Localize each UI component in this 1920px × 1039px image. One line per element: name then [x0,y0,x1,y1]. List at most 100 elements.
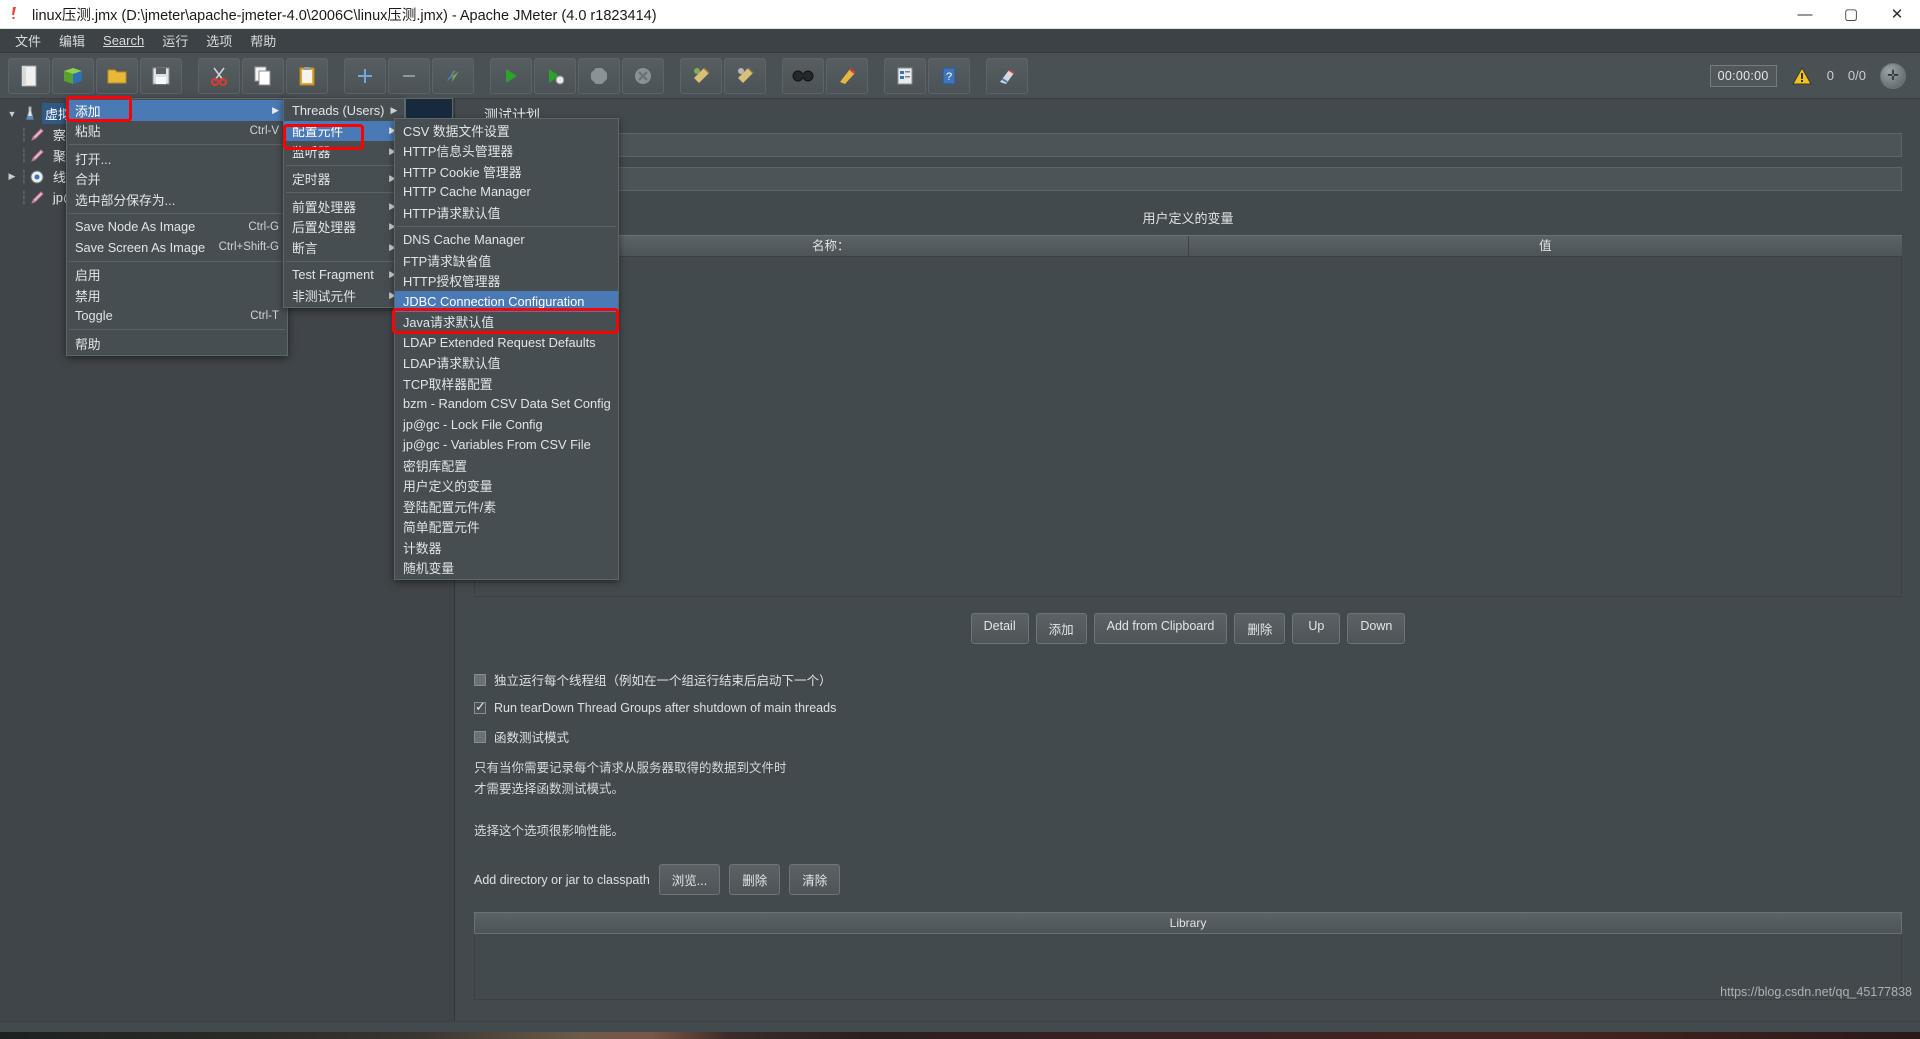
checkbox-functional-mode[interactable] [474,730,486,743]
toolbar-cut[interactable] [198,57,240,94]
toolbar-stop[interactable] [578,57,620,94]
context-menu-item-save-screen-as-image[interactable]: Save Screen As Image Ctrl+Shift-G [67,237,287,258]
add-button[interactable]: 添加 [1035,613,1087,644]
udv-table-body[interactable] [474,257,1902,597]
toolbar-clear[interactable] [680,57,722,94]
add-submenu-item-threads[interactable]: Threads (Users) ▶ [284,100,404,121]
config-item-keystore-configuration[interactable]: 密钥库配置 [395,455,618,476]
toolbar-toggle[interactable] [432,57,474,94]
detail-button[interactable]: Detail [970,613,1029,644]
menu-run[interactable]: 运行 [153,29,197,52]
add-submenu-item-assertion[interactable]: 断言 ▶ [284,237,404,258]
config-item-csv-data-set[interactable]: CSV 数据文件设置 [395,120,618,141]
config-item-jpgc-lock-file-config[interactable]: jp@gc - Lock File Config [395,414,618,435]
toolbar-clear-all[interactable] [724,57,766,94]
config-item-bzm-random-csv[interactable]: bzm - Random CSV Data Set Config [395,394,618,415]
toolbar-expand-all[interactable] [344,57,386,94]
add-submenu-item-test-fragment[interactable]: Test Fragment ▶ [284,265,404,286]
config-item-jpgc-variables-from-csv[interactable]: jp@gc - Variables From CSV File [395,435,618,456]
option-run-teardown[interactable]: Run tearDown Thread Groups after shutdow… [474,699,1902,715]
down-button[interactable]: Down [1347,613,1406,644]
test-plan-comments-field[interactable] [474,167,1902,191]
config-item-login-config-element[interactable]: 登陆配置元件/素 [395,496,618,517]
context-menu-item-save-selection-as[interactable]: 选中部分保存为... [67,189,287,210]
toolbar-function-helper[interactable] [884,57,926,94]
maximize-button[interactable]: ▢ [1828,0,1874,29]
help-line-2: 才需要选择函数测试模式。 [474,782,625,796]
tree-twisty-expanded-icon[interactable]: ▼ [4,109,20,119]
config-item-http-request-defaults[interactable]: HTTP请求默认值 [395,202,618,223]
config-item-ftp-request-defaults[interactable]: FTP请求缺省值 [395,250,618,271]
config-item-java-request-defaults[interactable]: Java请求默认值 [395,312,618,333]
toolbar-templates[interactable] [52,57,94,94]
toolbar-save[interactable] [140,57,182,94]
config-item-http-cache-manager[interactable]: HTTP Cache Manager [395,182,618,203]
menu-help[interactable]: 帮助 [241,29,285,52]
context-menu-item-enable[interactable]: 启用 [67,265,287,286]
menu-options[interactable]: 选项 [197,29,241,52]
option-functional-mode[interactable]: 函数测试模式 [474,727,1902,746]
delete-button[interactable]: 删除 [1234,613,1286,644]
toolbar-new-test-plan[interactable] [8,57,50,94]
toolbar-undo-redo-icon[interactable] [986,57,1028,94]
config-item-http-cookie-manager[interactable]: HTTP Cookie 管理器 [395,161,618,182]
config-item-user-defined-variables[interactable]: 用户定义的变量 [395,476,618,497]
toolbar-paste[interactable] [286,57,328,94]
toolbar-open[interactable] [96,57,138,94]
test-plan-name-field[interactable] [474,133,1902,157]
context-menu-item-save-node-as-image[interactable]: Save Node As Image Ctrl-G [67,217,287,238]
tree-line-1: ┆ [20,126,28,142]
config-item-http-header-manager[interactable]: HTTP信息头管理器 [395,141,618,162]
tree-twisty-collapsed-icon[interactable]: ▶ [4,171,20,182]
add-submenu-item-config-element[interactable]: 配置元件 ▶ [284,120,404,141]
add-submenu-item-post-processor[interactable]: 后置处理器 ▶ [284,217,404,238]
add-submenu-item-non-test-elements[interactable]: 非测试元件 ▶ [284,285,404,306]
context-menu-item-toggle[interactable]: Toggle Ctrl-T [67,306,287,327]
toolbar-help-icon[interactable]: ? [928,57,970,94]
config-item-random-variable[interactable]: 随机变量 [395,558,618,579]
context-menu-item-merge[interactable]: 合并 [67,169,287,190]
config-item-ldap-request-defaults[interactable]: LDAP请求默认值 [395,353,618,374]
toolbar-start-no-pauses[interactable] [534,57,576,94]
add-from-clipboard-button[interactable]: Add from Clipboard [1093,613,1228,644]
toolbar-shutdown[interactable] [622,57,664,94]
user-defined-variables-title: 用户定义的变量 [1142,211,1234,226]
menu-edit[interactable]: 编辑 [50,29,94,52]
context-menu-item-disable[interactable]: 禁用 [67,285,287,306]
close-button[interactable]: ✕ [1874,0,1920,29]
config-item-counter[interactable]: 计数器 [395,537,618,558]
config-item-http-auth-manager[interactable]: HTTP授权管理器 [395,271,618,292]
checkbox-run-teardown[interactable] [474,699,486,715]
menu-file[interactable]: 文件 [6,29,50,52]
config-element-submenu[interactable]: CSV 数据文件设置 HTTP信息头管理器 HTTP Cookie 管理器 HT… [394,118,619,580]
library-table-body[interactable] [474,934,1902,1000]
globe-icon[interactable]: ✛ [1880,62,1906,89]
toolbar-copy[interactable] [242,57,284,94]
context-menu-item-help[interactable]: 帮助 [67,333,287,354]
classpath-delete-button[interactable]: 删除 [729,864,781,895]
config-item-ldap-extended-request-defaults[interactable]: LDAP Extended Request Defaults [395,332,618,353]
minimize-button[interactable]: — [1782,0,1828,29]
tree-context-menu[interactable]: 添加 ▶ 粘贴 Ctrl-V 打开... 合并 选中部分保存为... Save … [66,98,288,356]
toolbar-collapse-all[interactable] [388,57,430,94]
context-menu-item-paste[interactable]: 粘贴 Ctrl-V [67,121,287,142]
toolbar-search-icon[interactable] [782,57,824,94]
config-item-dns-cache-manager[interactable]: DNS Cache Manager [395,230,618,251]
add-submenu-item-pre-processor[interactable]: 前置处理器 ▶ [284,196,404,217]
checkbox-run-groups-consecutively[interactable] [474,673,486,686]
config-item-simple-config-element[interactable]: 简单配置元件 [395,517,618,538]
menu-search[interactable]: Search [94,31,153,50]
browse-button[interactable]: 浏览... [658,864,721,895]
add-submenu[interactable]: Threads (Users) ▶ 配置元件 ▶ 监听器 ▶ 定时器 ▶ 前置处… [283,98,405,308]
option-run-groups-consecutively[interactable]: 独立运行每个线程组（例如在一个组运行结束后启动下一个） [474,670,1902,689]
toolbar-start[interactable] [490,57,532,94]
classpath-clear-button[interactable]: 清除 [789,864,841,895]
add-submenu-item-listener[interactable]: 监听器 ▶ [284,141,404,162]
context-menu-item-add[interactable]: 添加 ▶ [67,100,287,121]
config-item-jdbc-connection-configuration[interactable]: JDBC Connection Configuration [395,291,618,312]
add-submenu-item-timer[interactable]: 定时器 ▶ [284,169,404,190]
config-item-tcp-sampler-config[interactable]: TCP取样器配置 [395,373,618,394]
toolbar-reset-search-icon[interactable] [826,57,868,94]
context-menu-item-open[interactable]: 打开... [67,148,287,169]
up-button[interactable]: Up [1292,613,1341,644]
